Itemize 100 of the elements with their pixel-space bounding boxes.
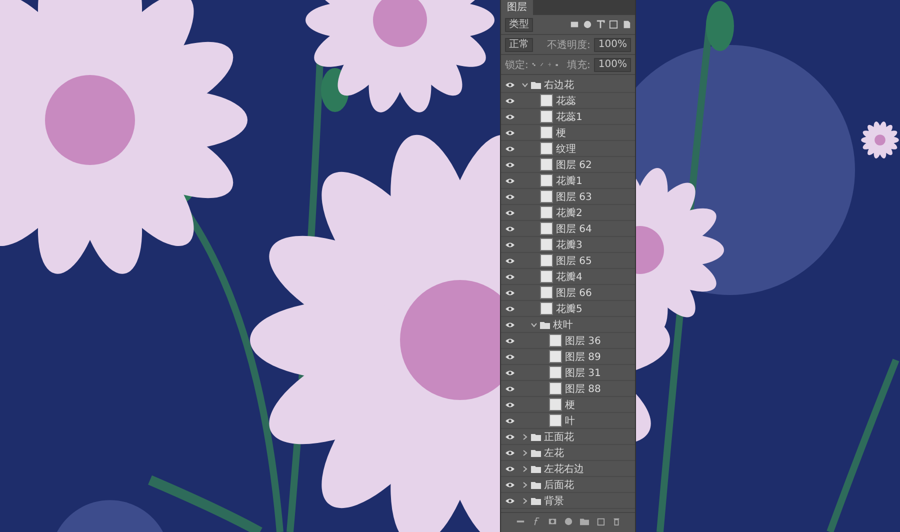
eye-icon[interactable]: [505, 370, 515, 376]
layer-thumbnail: [549, 398, 562, 411]
blend-mode-dropdown[interactable]: 正常: [505, 38, 533, 52]
layer-thumbnail: [549, 382, 562, 395]
fx-icon[interactable]: [532, 517, 540, 526]
eye-icon[interactable]: [505, 450, 515, 456]
layer-thumbnail: [540, 286, 553, 299]
layer-name[interactable]: 花瓣4: [556, 270, 582, 284]
eye-icon[interactable]: [505, 178, 515, 184]
layer-name[interactable]: 叶: [565, 414, 575, 428]
shape-filter-icon[interactable]: [609, 20, 618, 29]
caret-icon[interactable]: [522, 498, 528, 504]
fill-label: 填充:: [567, 58, 590, 72]
caret-icon[interactable]: [531, 322, 537, 328]
caret-icon[interactable]: [522, 482, 528, 488]
fill-field[interactable]: 100%: [594, 58, 631, 72]
layer-thumbnail: [540, 158, 553, 171]
panel-tab[interactable]: 图层: [501, 0, 533, 15]
layer-name[interactable]: 图层 66: [556, 286, 592, 300]
layer-name[interactable]: 图层 62: [556, 158, 592, 172]
layer-thumbnail: [540, 302, 553, 315]
layer-thumbnail: [549, 334, 562, 347]
layer-name[interactable]: 花蕊1: [556, 110, 582, 124]
layer-name[interactable]: 图层 31: [565, 366, 601, 380]
group-name[interactable]: 左花右边: [544, 462, 584, 476]
eye-icon[interactable]: [505, 418, 515, 424]
eye-icon[interactable]: [505, 338, 515, 344]
layer-thumbnail: [549, 366, 562, 379]
eye-icon[interactable]: [505, 258, 515, 264]
layer-name[interactable]: 梗: [565, 398, 575, 412]
eye-icon[interactable]: [505, 322, 515, 328]
new-group-icon[interactable]: [580, 517, 588, 526]
layer-thumbnail: [540, 190, 553, 203]
adjustment-filter-icon[interactable]: [583, 20, 592, 29]
opacity-field[interactable]: 100%: [594, 38, 631, 52]
caret-icon[interactable]: [522, 450, 528, 456]
layer-name[interactable]: 图层 36: [565, 334, 601, 348]
caret-icon[interactable]: [522, 82, 528, 88]
layer-name[interactable]: 花瓣3: [556, 238, 582, 252]
layer-thumbnail: [540, 94, 553, 107]
group-name[interactable]: 后面花: [544, 478, 574, 492]
caret-icon[interactable]: [522, 466, 528, 472]
eye-icon[interactable]: [505, 434, 515, 440]
layer-name[interactable]: 图层 65: [556, 254, 592, 268]
group-name[interactable]: 背景: [544, 494, 564, 508]
group-name[interactable]: 右边花: [544, 78, 574, 92]
layer-name[interactable]: 图层 64: [556, 222, 592, 236]
layer-thumbnail: [540, 270, 553, 283]
layer-name[interactable]: 纹理: [556, 142, 576, 156]
new-layer-icon[interactable]: [596, 517, 604, 526]
group-name[interactable]: 枝叶: [553, 318, 573, 332]
mask-icon[interactable]: [548, 517, 556, 526]
smart-object-filter-icon[interactable]: [622, 20, 631, 29]
layer-name[interactable]: 花瓣2: [556, 206, 582, 220]
layer-name[interactable]: 花瓣5: [556, 302, 582, 316]
eye-icon[interactable]: [505, 274, 515, 280]
layer-name[interactable]: 花瓣1: [556, 174, 582, 188]
layer-thumbnail: [540, 238, 553, 251]
eye-icon[interactable]: [505, 194, 515, 200]
eye-icon[interactable]: [505, 290, 515, 296]
folder-icon: [531, 80, 541, 88]
layer-thumbnail: [540, 142, 553, 155]
layer-thumbnail: [540, 254, 553, 267]
eye-icon[interactable]: [505, 146, 515, 152]
caret-icon[interactable]: [522, 434, 528, 440]
layer-name[interactable]: 图层 88: [565, 382, 601, 396]
opacity-label: 不透明度:: [547, 38, 590, 52]
eye-icon[interactable]: [505, 402, 515, 408]
eye-icon[interactable]: [505, 466, 515, 472]
layer-name[interactable]: 图层 63: [556, 190, 592, 204]
flower-drawing: [861, 122, 899, 158]
text-filter-icon[interactable]: [596, 20, 605, 29]
eye-icon[interactable]: [505, 498, 515, 504]
eye-icon[interactable]: [505, 114, 515, 120]
layer-name[interactable]: 图层 89: [565, 350, 601, 364]
lock-label: 锁定:: [505, 58, 528, 72]
eye-icon[interactable]: [505, 82, 515, 88]
trash-icon[interactable]: [612, 517, 620, 526]
checker-lock-icon[interactable]: [532, 60, 536, 69]
eye-icon[interactable]: [505, 354, 515, 360]
group-name[interactable]: 左花: [544, 446, 564, 460]
eye-icon[interactable]: [505, 210, 515, 216]
layer-name[interactable]: 梗: [556, 126, 566, 140]
eye-icon[interactable]: [505, 306, 515, 312]
layer-name[interactable]: 花蕊: [556, 94, 576, 108]
layer-thumbnail: [540, 174, 553, 187]
eye-icon[interactable]: [505, 242, 515, 248]
group-name[interactable]: 正面花: [544, 430, 574, 444]
layer-thumbnail: [540, 126, 553, 139]
layer-thumbnail: [549, 414, 562, 427]
eye-icon[interactable]: [505, 130, 515, 136]
filter-dropdown[interactable]: 类型: [505, 18, 533, 32]
layer-thumbnail: [540, 222, 553, 235]
image-filter-icon[interactable]: [570, 20, 579, 29]
eye-icon[interactable]: [505, 162, 515, 168]
eye-icon[interactable]: [505, 386, 515, 392]
eye-icon[interactable]: [505, 98, 515, 104]
eye-icon[interactable]: [505, 226, 515, 232]
eye-icon[interactable]: [505, 482, 515, 488]
adjustment-icon[interactable]: [564, 517, 572, 526]
